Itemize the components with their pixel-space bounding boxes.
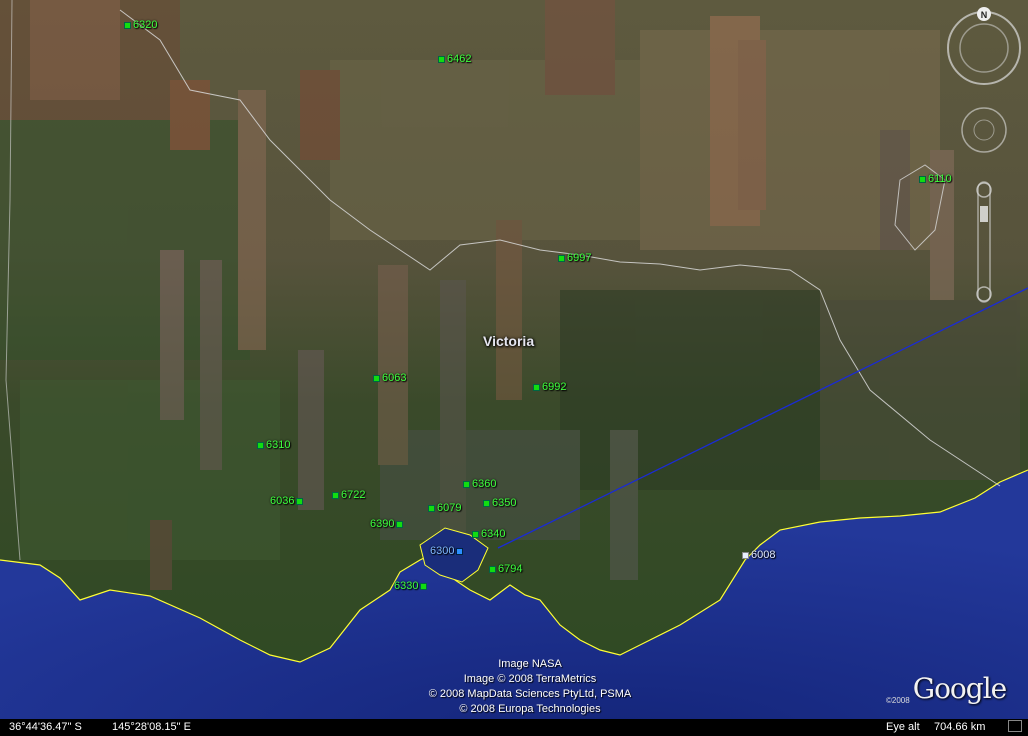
placemark-6997[interactable]: 6997 <box>558 252 591 264</box>
logo-wordmark: Google <box>912 672 1008 705</box>
attribution-line: Image © 2008 TerraMetrics <box>463 673 597 685</box>
placemark-pin-icon <box>489 565 496 573</box>
streaming-indicator-icon <box>1008 720 1022 732</box>
placemark-6063[interactable]: 6063 <box>373 372 406 384</box>
placemark-label: 6794 <box>498 563 523 575</box>
placemark-6722[interactable]: 6722 <box>332 489 365 501</box>
placemark-label: 6360 <box>472 478 497 490</box>
placemark-pin-icon <box>124 21 131 29</box>
map-viewport[interactable]: Victoria 6320 6462 6110 6997 6063 6992 6310 636… <box>0 0 1028 736</box>
eye-alt-value: 704.66 km <box>934 721 986 733</box>
placemark-6008[interactable]: 6008 <box>742 549 775 561</box>
placemark-6462[interactable]: 6462 <box>438 53 471 65</box>
placemark-label: 6722 <box>341 489 366 501</box>
google-logo: ©2008 Google <box>886 672 1008 705</box>
placemark-6390[interactable]: 6390 <box>370 518 404 530</box>
latitude-readout: 36°44'36.47" S <box>9 721 82 733</box>
placemark-6036[interactable]: 6036 <box>270 495 304 507</box>
longitude-readout: 145°28'08.15" E <box>112 721 191 733</box>
logo-copyright: ©2008 <box>886 696 910 705</box>
placemark-6350[interactable]: 6350 <box>483 497 516 509</box>
north-indicator: N <box>981 10 988 20</box>
placemark-pin-icon <box>396 520 404 528</box>
look-joystick-icon[interactable] <box>961 107 1007 153</box>
placemark-6330[interactable]: 6330 <box>394 580 428 592</box>
placemark-label: 6008 <box>751 549 776 561</box>
placemark-pin-icon <box>919 175 926 183</box>
placemark-6340[interactable]: 6340 <box>472 528 505 540</box>
placemark-pin-icon <box>257 441 264 449</box>
placemark-label: 6320 <box>133 19 158 31</box>
placemark-label: 6997 <box>567 252 592 264</box>
placemark-label: 6350 <box>492 497 517 509</box>
placemark-6794[interactable]: 6794 <box>489 563 522 575</box>
placemark-label: 6310 <box>266 439 291 451</box>
placemark-pin-icon <box>296 497 304 505</box>
placemark-pin-icon <box>472 530 479 538</box>
attribution-line: Image NASA <box>498 658 562 670</box>
placemark-label: 6063 <box>382 372 407 384</box>
placemark-pin-icon <box>742 551 749 559</box>
placemark-label: 6330 <box>394 580 419 592</box>
placemark-pin-icon <box>420 582 428 590</box>
placemark-pin-icon <box>558 254 565 262</box>
placemark-pin-icon <box>438 55 445 63</box>
zoom-slider-icon[interactable] <box>976 181 992 303</box>
placemark-6992[interactable]: 6992 <box>533 381 566 393</box>
placemark-pin-icon <box>373 374 380 382</box>
placemark-pin-icon <box>428 504 435 512</box>
placemark-pin-icon <box>332 491 339 499</box>
placemark-6079[interactable]: 6079 <box>428 502 461 514</box>
navigation-controls[interactable]: N <box>944 6 1024 336</box>
attribution-line: © 2008 MapData Sciences PtyLtd, PSMA <box>428 688 632 700</box>
placemark-6320[interactable]: 6320 <box>124 19 157 31</box>
region-label: Victoria <box>483 333 535 349</box>
placemark-6360[interactable]: 6360 <box>463 478 496 490</box>
placemark-label: 6462 <box>447 53 472 65</box>
status-bar: 36°44'36.47" S 145°28'08.15" E Eye alt 7… <box>0 719 1028 736</box>
placemark-label: 6079 <box>437 502 462 514</box>
compass-ring-icon[interactable]: N <box>947 7 1021 85</box>
placemark-label: 6390 <box>370 518 395 530</box>
attribution-line: © 2008 Europa Technologies <box>459 703 601 715</box>
placemark-label: 6340 <box>481 528 506 540</box>
placemark-label: 6300 <box>430 545 455 557</box>
placemark-pin-icon <box>463 480 470 488</box>
placemark-label: 6992 <box>542 381 567 393</box>
placemark-6310[interactable]: 6310 <box>257 439 290 451</box>
placemark-pin-icon <box>483 499 490 507</box>
attribution: Image NASA Image © 2008 TerraMetrics © 2… <box>380 657 680 717</box>
satellite-imagery[interactable] <box>0 0 1028 736</box>
placemark-pin-icon <box>533 383 540 391</box>
placemark-6300[interactable]: 6300 <box>430 545 464 557</box>
placemark-label: 6036 <box>270 495 295 507</box>
placemark-pin-icon <box>456 547 464 555</box>
eye-alt-label: Eye alt <box>886 721 920 733</box>
